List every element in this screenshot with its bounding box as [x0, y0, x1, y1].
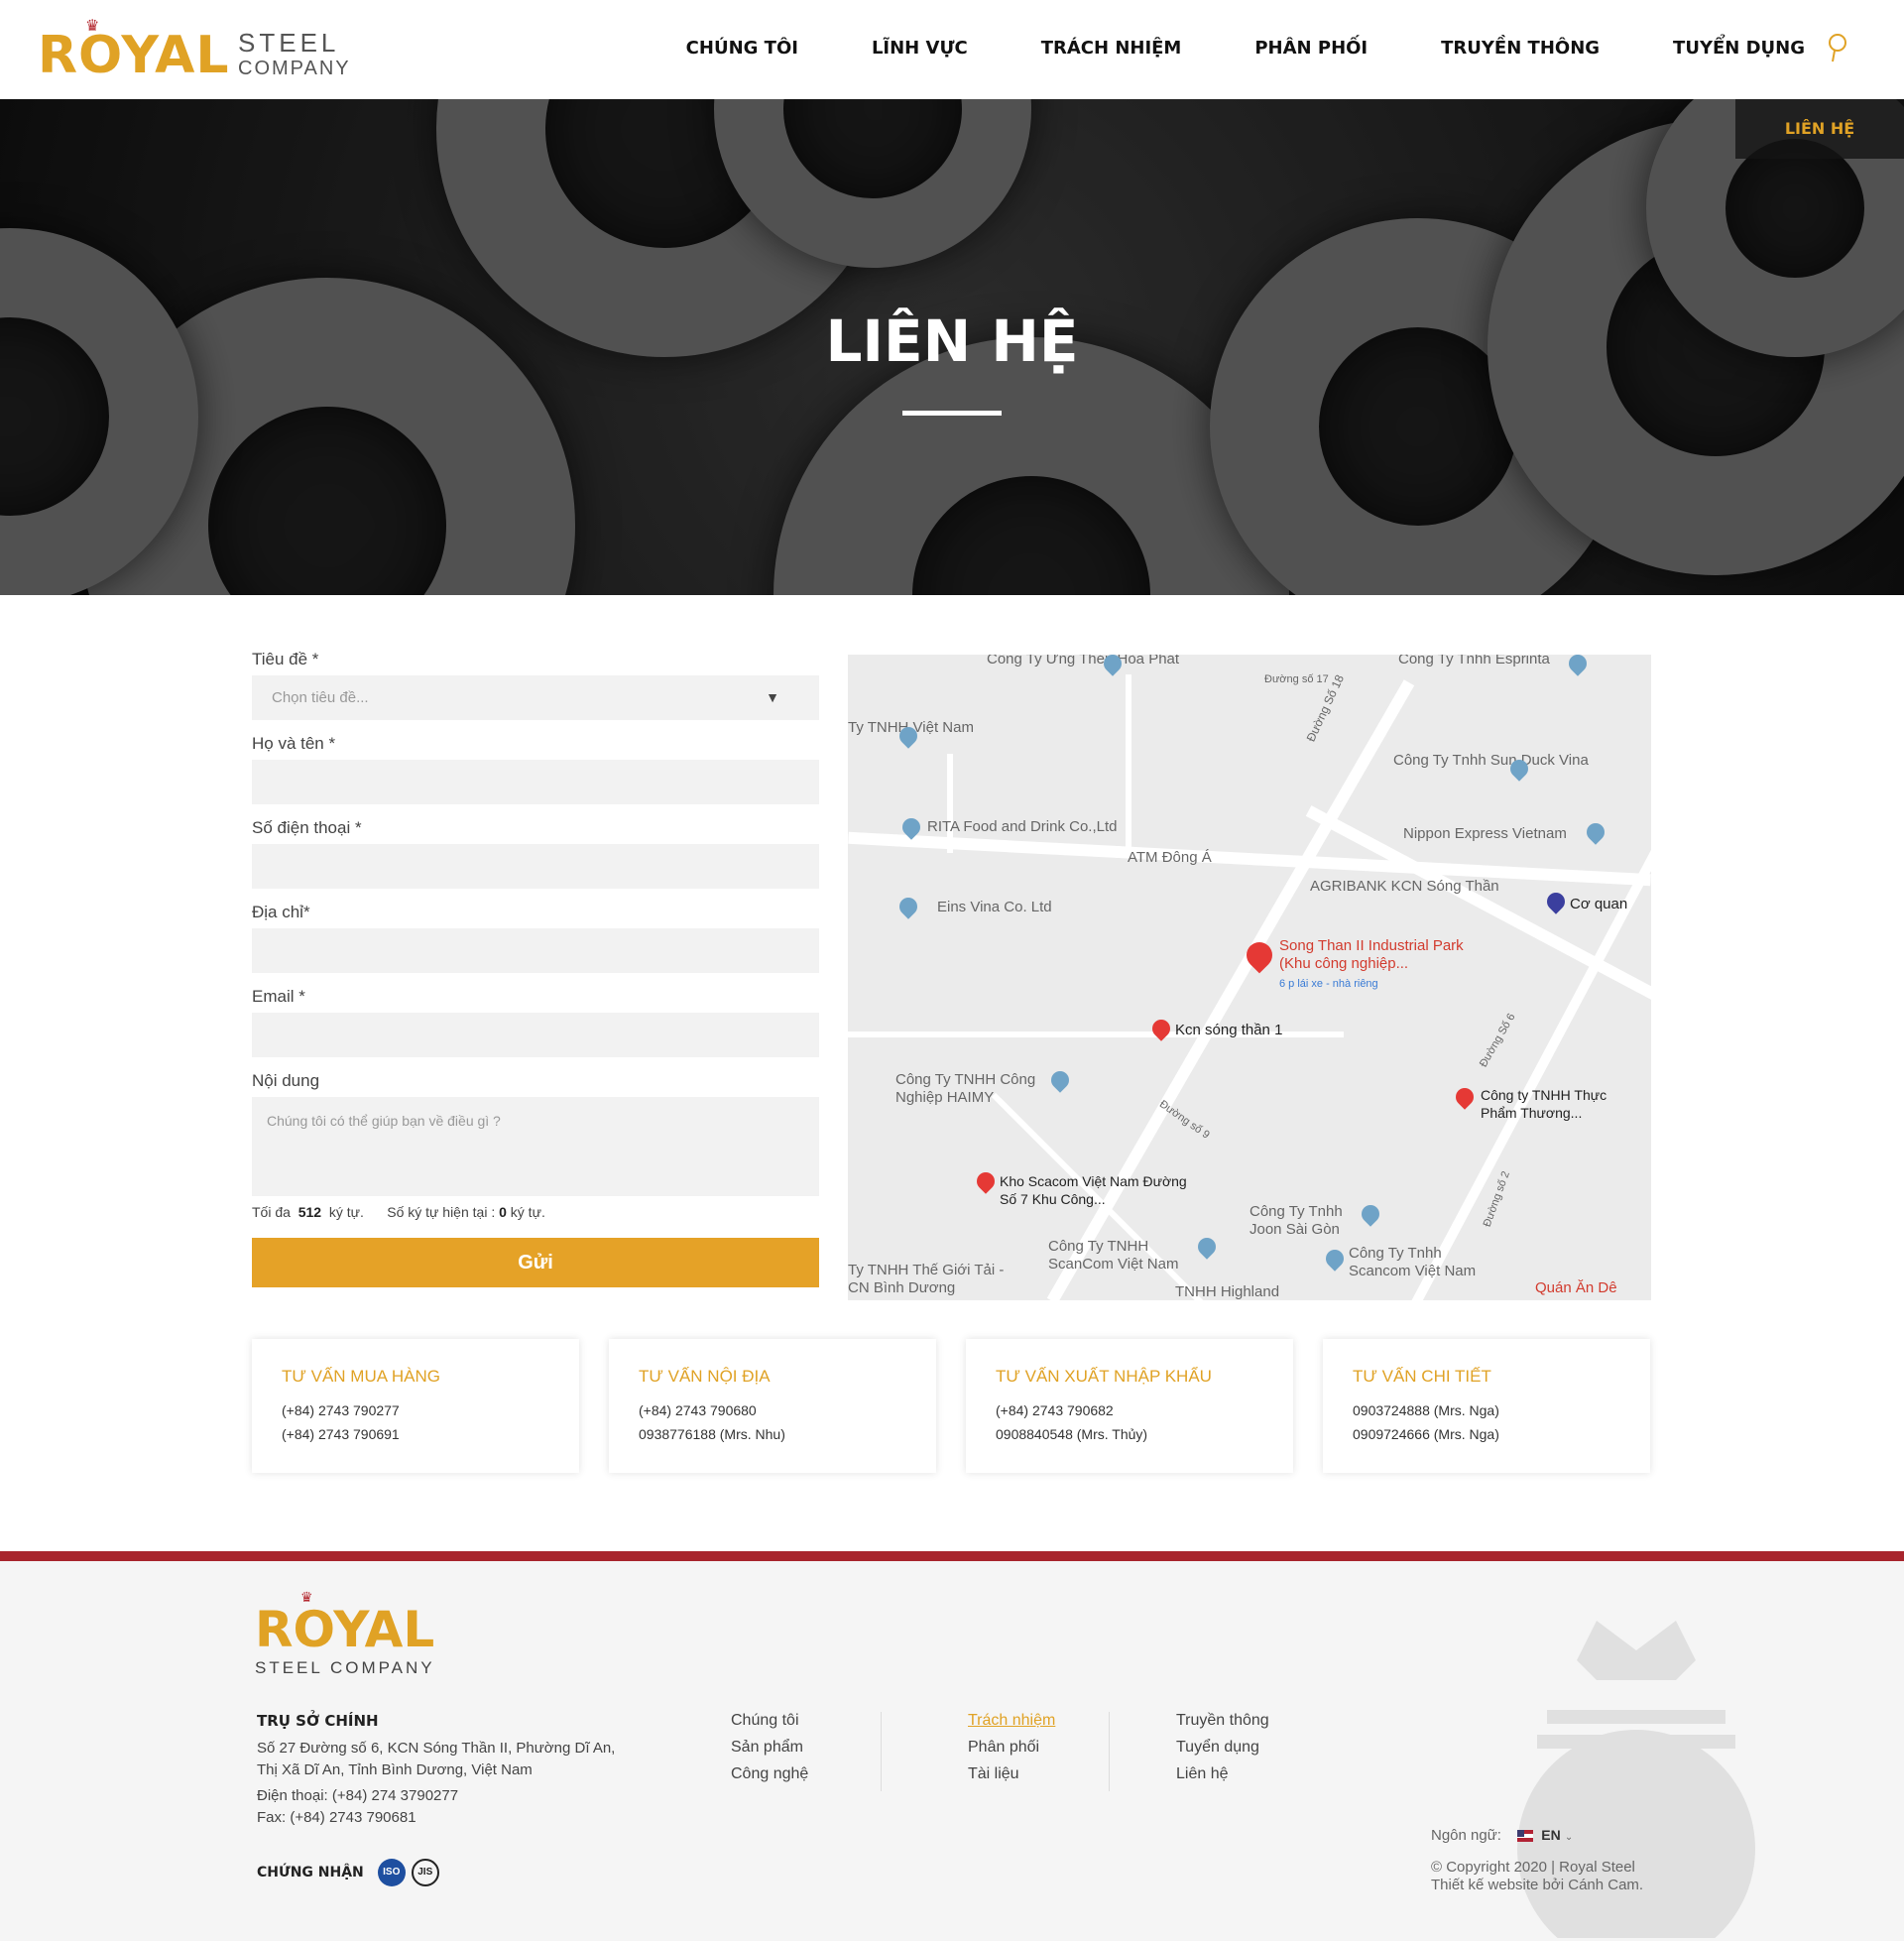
content-textarea[interactable]: Chúng tôi có thể giúp bạn về điều gì ? — [252, 1097, 819, 1196]
subject-label: Tiêu đề * — [252, 650, 319, 668]
site-header: ♛ ROYAL STEEL COMPANY CHÚNG TÔI LĨNH VỰC… — [0, 0, 1904, 99]
map-label: Kho Scacom Việt Nam Đường Số 7 Khu Công.… — [1000, 1173, 1187, 1207]
phone-label: Số điện thoại * — [252, 818, 362, 837]
map-label: Song Than II Industrial Park (Khu công n… — [1279, 937, 1464, 972]
nav-truyen-thong[interactable]: TRUYỀN THÔNG — [1441, 38, 1600, 59]
footer-divider — [0, 1551, 1904, 1561]
footer-links-col1: Chúng tôi Sản phẩm Công nghệ — [731, 1712, 809, 1782]
contact-cards: TƯ VẤN MUA HÀNG (+84) 2743 790277 (+84) … — [252, 1339, 1680, 1473]
content-label: Nội dung — [252, 1071, 320, 1090]
map-label: Công Ty Ứng Thép Hòa Phát — [987, 655, 1180, 667]
map-label: AGRIBANK KCN Sóng Thần — [1310, 878, 1499, 895]
caret-down-icon: ▼ — [766, 689, 779, 705]
card-purchasing: TƯ VẤN MUA HÀNG (+84) 2743 790277 (+84) … — [252, 1339, 579, 1473]
map-label: Công Ty TNHH ScanCom Việt Nam — [1048, 1238, 1179, 1273]
map-pin-icon[interactable] — [1565, 655, 1591, 676]
address-label: Địa chỉ* — [252, 903, 310, 921]
headquarters-info: TRỤ SỞ CHÍNH Số 27 Đường số 6, KCN Sóng … — [257, 1712, 616, 1826]
map-label: RITA Food and Drink Co.,Ltd — [927, 818, 1118, 835]
jis-badge-icon: JIS — [411, 1859, 439, 1886]
phone-input[interactable] — [252, 844, 819, 889]
map-pin-icon[interactable] — [973, 1168, 999, 1194]
contact-form: Tiêu đề * Chọn tiêu đề... ▼ Họ và tên * … — [252, 650, 819, 1287]
email-label: Email * — [252, 987, 305, 1006]
site-logo[interactable]: ♛ ROYAL STEEL COMPANY — [38, 18, 349, 85]
nav-phan-phoi[interactable]: PHÂN PHỐI — [1254, 38, 1368, 59]
card-domestic: TƯ VẤN NỘI ĐỊA (+84) 2743 790680 0938776… — [609, 1339, 936, 1473]
map-label: Công Ty TNHH Công Nghiệp HAIMY — [895, 1071, 1036, 1106]
email-input[interactable] — [252, 1013, 819, 1057]
main-nav: CHÚNG TÔI LĨNH VỰC TRÁCH NHIỆM PHÂN PHỐI… — [613, 38, 1805, 59]
footer-links-col2: Trách nhiệm Phân phối Tài liệu — [968, 1712, 1056, 1782]
nav-tuyen-dung[interactable]: TUYỂN DỤNG — [1673, 38, 1805, 59]
footer-links-col3: Truyền thông Tuyển dụng Liên hệ — [1176, 1712, 1269, 1782]
map-pin-icon[interactable] — [1322, 1246, 1348, 1272]
map-label: Quán Ăn Dê — [1535, 1279, 1617, 1296]
nav-chung-toi[interactable]: CHÚNG TÔI — [686, 38, 798, 59]
map-label: Nippon Express Vietnam — [1403, 825, 1567, 842]
map-pin-icon[interactable] — [895, 894, 921, 919]
map-label: 6 p lái xe - nhà riêng — [1279, 978, 1378, 990]
nav-linh-vuc[interactable]: LĨNH VỰC — [872, 38, 968, 59]
language-switcher[interactable]: Ngôn ngữ: EN ⌄ — [1431, 1827, 1573, 1844]
map-label: Đường số 17 — [1264, 673, 1329, 685]
card-import-export: TƯ VẤN XUẤT NHẬP KHẨU (+84) 2743 790682 … — [966, 1339, 1293, 1473]
map-label: Công Ty Tnhh Joon Sài Gòn — [1250, 1203, 1343, 1238]
map-label: Công Ty Tnhh Esprinta — [1398, 655, 1550, 667]
site-footer: ♛ ROYAL STEEL COMPANY TRỤ SỞ CHÍNH Số 27… — [0, 1561, 1904, 1941]
breadcrumb[interactable]: LIÊN HỆ — [1735, 99, 1904, 159]
iso-badge-icon: ISO — [377, 1859, 406, 1886]
map-label: ATM Đông Á — [1128, 849, 1212, 866]
page-title: LIÊN HỆ — [825, 307, 1079, 375]
chevron-down-icon: ⌄ — [1564, 1832, 1574, 1843]
content-placeholder: Chúng tôi có thể giúp bạn về điều gì ? — [267, 1113, 501, 1129]
map-label: Cơ quan — [1570, 896, 1628, 912]
crown-icon: ♛ — [300, 1589, 313, 1605]
map-label: Đường số 9 — [1156, 1098, 1212, 1142]
subject-placeholder: Chọn tiêu đề... — [272, 689, 369, 706]
map-label: TNHH Highland — [1175, 1283, 1280, 1300]
address-input[interactable] — [252, 928, 819, 973]
map-label: Ty TNHH Thế Giới Tải - CN Bình Dương — [848, 1262, 1005, 1296]
copyright: © Copyright 2020 | Royal Steel Thiết kế … — [1431, 1859, 1644, 1893]
title-underline — [902, 411, 1002, 416]
location-map[interactable]: Công Ty Ứng Thép Hòa Phát Công Ty Tnhh E… — [848, 655, 1651, 1300]
map-pin-icon[interactable] — [1452, 1084, 1478, 1110]
map-label: Công Ty Tnhh Sun Duck Vina — [1393, 752, 1589, 769]
hero-banner: LIÊN HỆ LIÊN HỆ — [0, 99, 1904, 595]
us-flag-icon — [1517, 1830, 1534, 1843]
map-label: Kcn sóng thần 1 — [1175, 1022, 1283, 1038]
nav-trach-nhiem[interactable]: TRÁCH NHIỆM — [1041, 38, 1182, 59]
map-label: Công Ty Tnhh Scancom Việt Nam — [1349, 1245, 1477, 1279]
card-detail: TƯ VẤN CHI TIẾT 0903724888 (Mrs. Nga) 09… — [1323, 1339, 1650, 1473]
map-pin-icon[interactable] — [1543, 889, 1569, 914]
logo-company: COMPANY — [238, 58, 351, 79]
name-input[interactable] — [252, 760, 819, 804]
subject-select[interactable]: Chọn tiêu đề... ▼ — [252, 675, 819, 720]
certifications: CHỨNG NHẬN ISO JIS — [257, 1859, 445, 1886]
name-label: Họ và tên * — [252, 734, 336, 753]
logo-royal: ROYAL — [38, 26, 230, 85]
search-icon[interactable] — [1825, 32, 1850, 65]
char-counter: Tối đa 512 ký tự. Số ký tự hiện tại : 0 … — [252, 1204, 545, 1220]
map-label: Công ty TNHH Thực Phẩm Thương... — [1481, 1087, 1607, 1121]
map-label: Eins Vina Co. Ltd — [937, 899, 1052, 915]
logo-steel: STEEL — [238, 28, 340, 58]
map-pin-icon[interactable] — [1583, 819, 1608, 845]
submit-button[interactable]: Gửi — [252, 1238, 819, 1287]
footer-logo[interactable]: ♛ ROYAL STEEL COMPANY — [255, 1589, 435, 1678]
map-label: Đường Số 6 — [1477, 1011, 1518, 1070]
